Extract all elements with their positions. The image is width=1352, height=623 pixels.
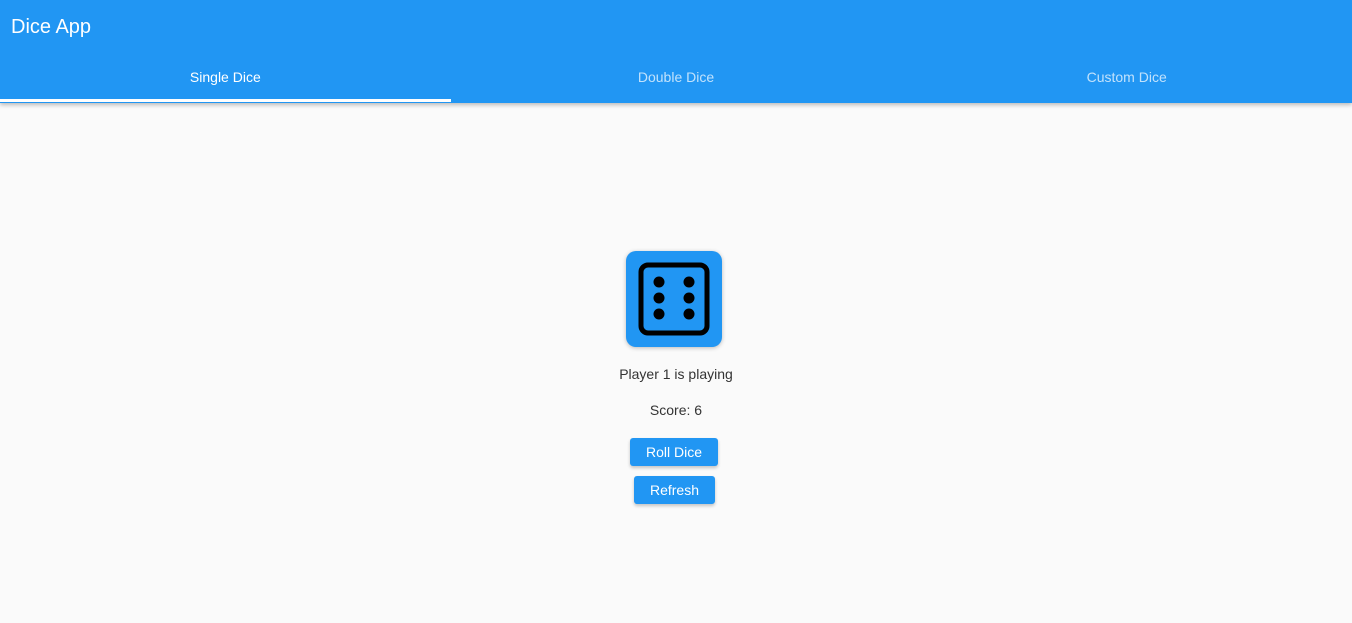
tab-single-dice[interactable]: Single Dice bbox=[0, 54, 451, 102]
single-dice-panel: Player 1 is playing Score: 6 Roll Dice R… bbox=[0, 103, 1352, 623]
roll-dice-button[interactable]: Roll Dice bbox=[630, 438, 718, 466]
tab-label: Single Dice bbox=[189, 69, 261, 85]
app-bar: Dice App Single Dice Double Dice Custom … bbox=[0, 0, 1352, 103]
tab-custom-dice[interactable]: Custom Dice bbox=[901, 54, 1352, 102]
tab-indicator bbox=[0, 99, 451, 102]
refresh-button[interactable]: Refresh bbox=[634, 476, 715, 504]
tab-bar: Single Dice Double Dice Custom Dice bbox=[0, 54, 1352, 102]
app-title: Dice App bbox=[11, 16, 92, 38]
tab-double-dice[interactable]: Double Dice bbox=[451, 54, 902, 102]
score-display: Score: 6 bbox=[649, 402, 703, 418]
player-status: Player 1 is playing bbox=[619, 366, 733, 382]
tab-label: Custom Dice bbox=[1086, 69, 1167, 85]
dice-display bbox=[626, 251, 722, 347]
dice-six-icon bbox=[638, 262, 710, 336]
tab-label: Double Dice bbox=[637, 69, 715, 85]
